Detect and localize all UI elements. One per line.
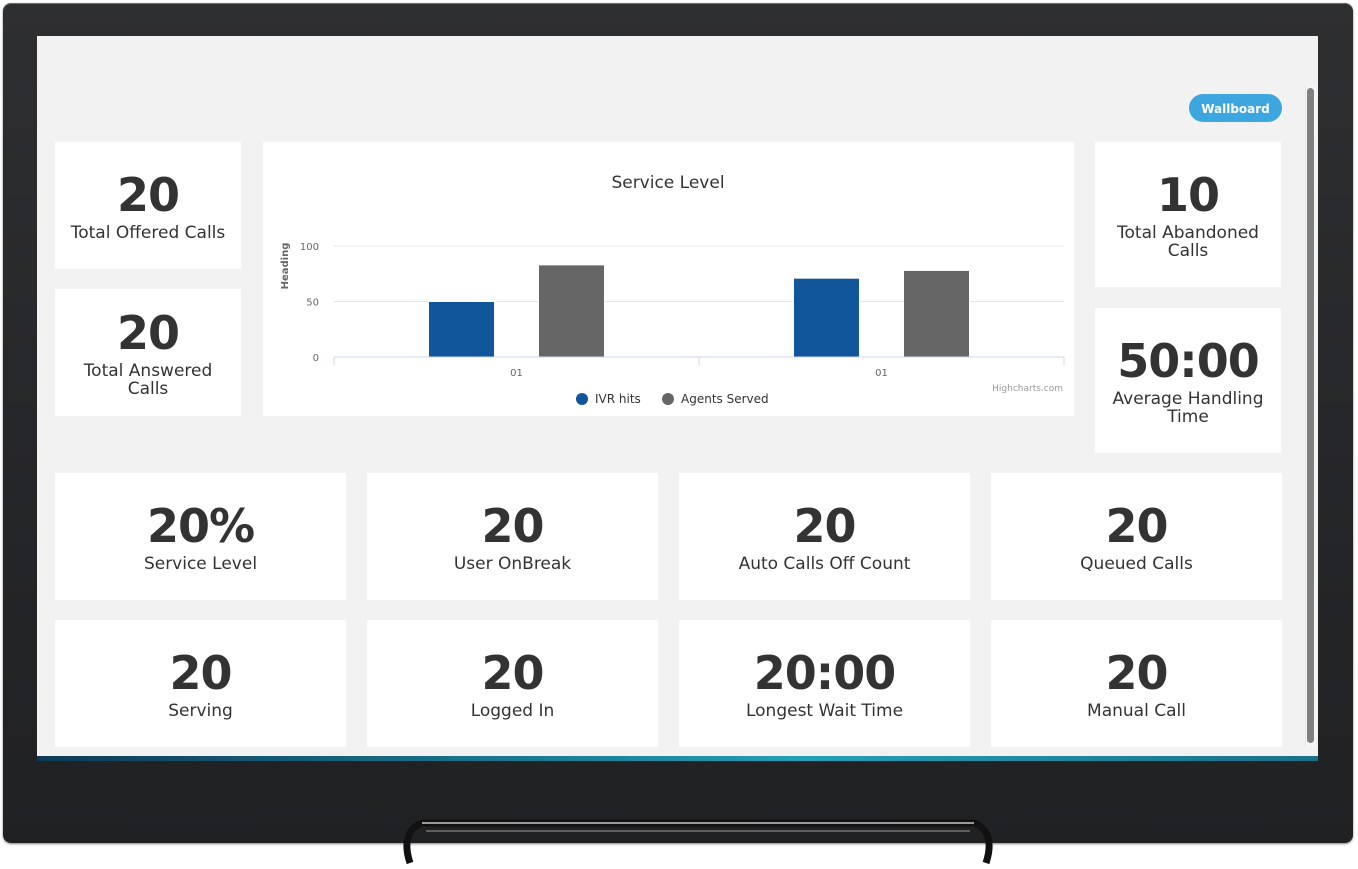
x-tick-label: 01	[510, 368, 523, 379]
stat-card-total-answered-calls: 20 Total Answered Calls	[55, 289, 241, 416]
wallboard-button[interactable]: Wallboard	[1189, 94, 1282, 122]
stat-card-longest-wait-time: 20:00 Longest Wait Time	[679, 620, 970, 747]
stat-label: Total Answered Calls	[83, 360, 213, 399]
stat-label: Manual Call	[1087, 700, 1186, 721]
stat-value: 20	[481, 498, 544, 553]
legend-label: Agents Served	[681, 392, 769, 406]
stat-label: Logged In	[470, 700, 555, 721]
stat-value: 20	[481, 645, 544, 700]
stat-label: Queued Calls	[1080, 553, 1193, 574]
service-level-chart: Service Level 0 50 100 01 01 Heading IVR hit…	[263, 142, 1074, 416]
stat-label: User OnBreak	[453, 553, 572, 574]
y-tick-label: 0	[313, 353, 319, 364]
stat-card-user-onbreak: 20 User OnBreak	[367, 473, 658, 600]
stat-card-auto-calls-off-count: 20 Auto Calls Off Count	[679, 473, 970, 600]
x-tick-label: 01	[875, 368, 888, 379]
stat-label: Service Level	[143, 553, 258, 574]
stat-card-total-abandoned-calls: 10 Total Abandoned Calls	[1095, 142, 1281, 287]
stat-value: 50:00	[1117, 333, 1259, 388]
bar-agents-served[interactable]	[903, 269, 970, 358]
bar-agents-served[interactable]	[538, 264, 605, 358]
stat-card-service-level: 20% Service Level	[55, 473, 346, 600]
stat-value: 20%	[146, 498, 255, 553]
legend-label: IVR hits	[595, 392, 641, 406]
legend-item-ivr-hits[interactable]: IVR hits	[576, 392, 641, 406]
stat-value: 20	[1105, 645, 1168, 700]
stat-card-manual-call: 20 Manual Call	[991, 620, 1282, 747]
bar-ivr-hits[interactable]	[428, 301, 495, 358]
scrollbar-thumb[interactable]	[1307, 88, 1314, 743]
bar-ivr-hits[interactable]	[793, 277, 860, 358]
legend-marker-icon	[576, 393, 588, 405]
legend-marker-icon	[662, 393, 674, 405]
chart-svg: Service Level 0 50 100 01 01 Heading IVR hit…	[280, 173, 1065, 406]
chart-title: Service Level	[611, 173, 724, 193]
stat-label: Average Handling Time	[1112, 388, 1264, 427]
stat-card-serving: 20 Serving	[55, 620, 346, 747]
chart-credits[interactable]: Highcharts.com	[992, 384, 1063, 394]
stat-card-average-handling-time: 50:00 Average Handling Time	[1095, 308, 1281, 453]
stat-label: Auto Calls Off Count	[738, 553, 911, 574]
monitor-stand	[403, 819, 993, 865]
y-tick-label: 100	[300, 242, 319, 253]
stat-value: 20	[793, 498, 856, 553]
y-axis-title: Heading	[280, 243, 291, 290]
stat-value: 20	[116, 167, 180, 222]
stat-value: 20:00	[753, 645, 896, 700]
stat-label: Total Abandoned Calls	[1117, 222, 1259, 261]
y-tick-label: 50	[306, 298, 319, 309]
stat-label: Serving	[168, 700, 233, 721]
stat-value: 10	[1156, 167, 1220, 222]
stat-value: 20	[116, 305, 180, 360]
stat-card-total-offered-calls: 20 Total Offered Calls	[55, 142, 241, 269]
screen-edge-reflection	[37, 756, 1318, 761]
stat-value: 20	[169, 645, 232, 700]
stat-card-logged-in: 20 Logged In	[367, 620, 658, 747]
stat-value: 20	[1105, 498, 1168, 553]
legend-item-agents-served[interactable]: Agents Served	[662, 392, 769, 406]
stat-label: Total Offered Calls	[70, 222, 226, 243]
stat-label: Longest Wait Time	[745, 700, 904, 721]
wallboard-screen: Wallboard 20 Total Offered Calls 20 Tota…	[37, 36, 1318, 758]
stat-card-queued-calls: 20 Queued Calls	[991, 473, 1282, 600]
